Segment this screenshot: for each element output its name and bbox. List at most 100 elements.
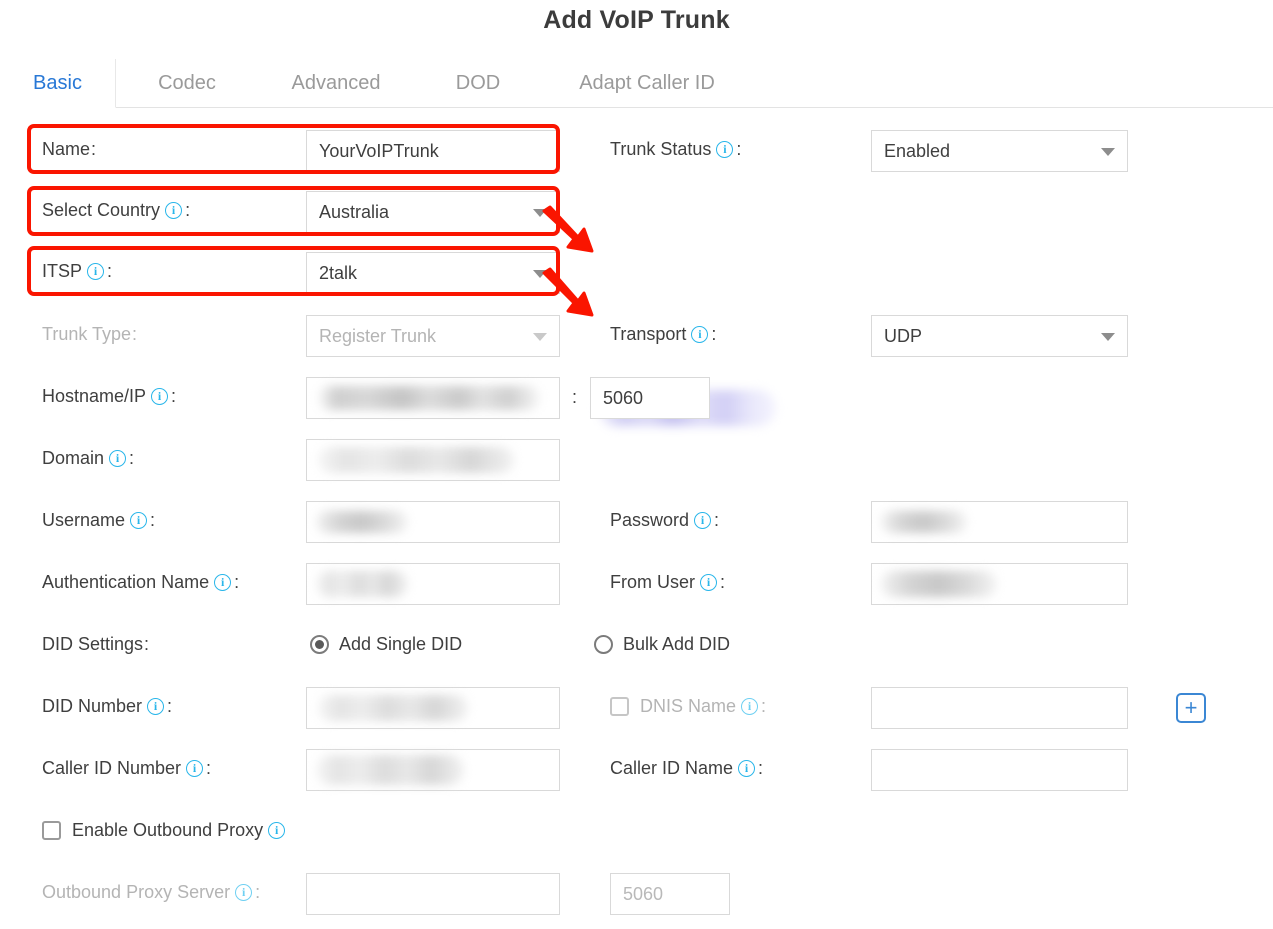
tab-advanced[interactable]: Advanced [258,59,414,108]
row-did-settings: DID Settings: Add Single DID Bulk Add DI… [0,621,1273,667]
radio-bulk-add-did-label: Bulk Add DID [623,633,731,654]
transport-select[interactable]: UDP [871,315,1128,357]
trunk-status-label: Trunk Status i: [610,138,742,159]
tab-basic[interactable]: Basic [0,59,116,108]
select-country-dropdown[interactable]: Australia [306,191,560,233]
username-input[interactable] [306,501,560,543]
row-auth-from-user: Authentication Name i: From User i: [0,559,1273,605]
trunk-type-select: Register Trunk [306,315,560,357]
tab-codec-label: Codec [158,72,216,94]
chevron-down-icon [533,209,547,217]
tab-codec[interactable]: Codec [130,59,244,108]
row-trunk-type: Trunk Type: Register Trunk Transport i: … [0,311,1273,357]
radio-selected-icon [310,634,329,654]
info-icon[interactable]: i [694,511,712,529]
tab-bar: Basic Codec Advanced DOD Adapt Caller ID [0,59,1273,108]
select-country-label: Select Country i: [42,199,191,220]
from-user-input[interactable] [871,563,1128,605]
hostname-port-input[interactable]: 5060 [590,377,710,419]
password-input[interactable] [871,501,1128,543]
itsp-dropdown[interactable]: 2talk [306,252,560,294]
enable-outbound-proxy-checkbox-group[interactable]: Enable Outbound Proxy i [42,807,287,853]
did-settings-label: DID Settings: [42,633,150,654]
trunk-type-value: Register Trunk [319,325,437,346]
page-title: Add VoIP Trunk [543,6,730,34]
chevron-down-icon [1101,148,1115,156]
info-icon[interactable]: i [716,140,734,158]
radio-bulk-add-did[interactable]: Bulk Add DID [594,621,730,667]
transport-value: UDP [884,325,923,346]
authentication-name-label: Authentication Name i: [42,571,240,592]
info-icon[interactable]: i [151,387,169,405]
row-hostname-ip: Hostname/IP i: : 5060 [0,373,1273,419]
domain-input[interactable] [306,439,560,481]
itsp-label: ITSP i: [42,260,113,281]
from-user-label: From User i: [610,571,726,592]
dnis-name-checkbox-group[interactable]: DNIS Name i: [610,683,766,729]
authentication-name-input[interactable] [306,563,560,605]
info-icon[interactable]: i [186,759,204,777]
outbound-proxy-port-input: 5060 [610,873,730,915]
row-domain: Domain i: [0,435,1273,481]
caller-id-name-input[interactable] [871,749,1128,791]
trunk-status-select[interactable]: Enabled [871,130,1128,172]
select-country-value: Australia [319,201,390,222]
domain-label: Domain i: [42,447,135,468]
info-icon[interactable]: i [700,573,717,591]
radio-add-single-did[interactable]: Add Single DID [310,621,462,667]
did-number-label: DID Number i: [42,695,173,716]
info-icon[interactable]: i [130,511,148,529]
tab-basic-label: Basic [33,71,82,94]
row-itsp: ITSP i: 2talk [0,248,1273,426]
caller-id-name-label: Caller ID Name i: [610,757,764,778]
name-input[interactable]: YourVoIPTrunk [306,130,560,172]
info-icon[interactable]: i [147,697,165,715]
radio-unselected-icon [594,634,613,654]
info-icon[interactable]: i [87,262,105,280]
info-icon[interactable]: i [268,821,286,839]
row-name: Name: YourVoIPTrunk Trunk Status i: Enab… [0,126,1273,172]
row-username-password: Username i: Password i: [0,497,1273,543]
dnis-name-input[interactable] [871,687,1128,729]
row-enable-outbound-proxy: Enable Outbound Proxy i [0,807,1273,853]
chevron-down-icon [533,270,547,278]
caller-id-number-input[interactable] [306,749,560,791]
password-label: Password i: [610,509,720,530]
radio-add-single-did-label: Add Single DID [339,633,463,654]
row-did-number: DID Number i: DNIS Name i: + [0,683,1273,729]
add-voip-trunk-page: Add VoIP Trunk Basic Codec Advanced DOD … [0,0,1273,929]
row-caller-id: Caller ID Number i: Caller ID Name i: [0,745,1273,791]
tab-dod-label: DOD [455,72,501,94]
info-icon[interactable]: i [214,573,232,591]
row-outbound-proxy-server: Outbound Proxy Server i: 5060 [0,869,1273,915]
tab-adapt-caller-id[interactable]: Adapt Caller ID [542,59,752,108]
chevron-down-icon [1101,333,1115,341]
outbound-proxy-port-value: 5060 [623,883,664,904]
caller-id-number-label: Caller ID Number i: [42,757,212,778]
info-icon[interactable]: i [741,697,759,715]
did-number-input[interactable] [306,687,560,729]
checkbox-unchecked-icon[interactable] [42,820,61,840]
tab-dod[interactable]: DOD [428,59,528,108]
add-did-button[interactable]: + [1176,693,1206,723]
trunk-type-label: Trunk Type: [42,323,138,344]
info-icon[interactable]: i [235,883,253,901]
plus-icon: + [1184,695,1198,720]
info-icon[interactable]: i [165,201,183,219]
info-icon[interactable]: i [109,449,127,467]
info-icon[interactable]: i [738,759,756,777]
tab-adapt-caller-id-label: Adapt Caller ID [579,72,715,94]
name-input-value: YourVoIPTrunk [319,140,439,161]
chevron-down-icon [533,333,547,341]
checkbox-unchecked-icon[interactable] [610,696,629,716]
tab-advanced-label: Advanced [291,72,381,94]
port-separator: : [572,387,578,407]
hostname-ip-label: Hostname/IP i: [42,385,177,406]
name-label: Name: [42,138,97,159]
row-select-country: Select Country i: Australia [0,187,1273,233]
outbound-proxy-server-input [306,873,560,915]
dnis-name-label: DNIS Name i: [640,695,767,716]
hostname-ip-input[interactable] [306,377,560,419]
info-icon[interactable]: i [691,325,709,343]
enable-outbound-proxy-label: Enable Outbound Proxy i [72,820,287,841]
